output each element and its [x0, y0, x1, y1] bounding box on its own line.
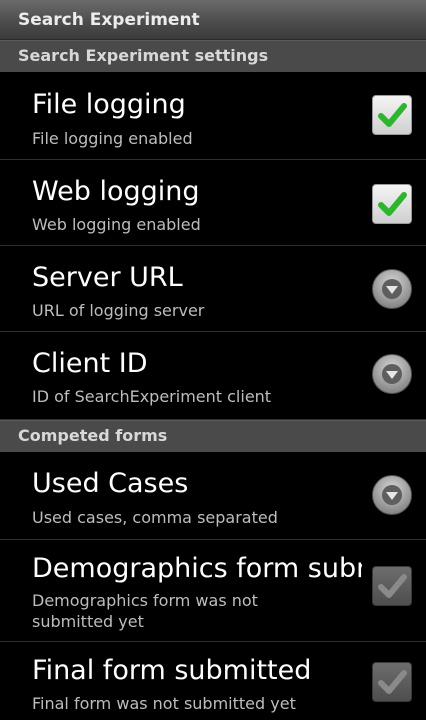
pref-title: Web logging	[32, 176, 200, 207]
final-form-checkbox[interactable]	[372, 662, 412, 702]
pref-final-form[interactable]: Final form submitted Final form was not …	[0, 642, 426, 720]
title-bar: Search Experiment	[0, 0, 426, 40]
pref-title: Final form submitted	[32, 655, 312, 686]
dropdown-arrow-icon	[382, 364, 402, 384]
section-header-forms: Competed forms	[0, 420, 426, 452]
pref-summary: ID of SearchExperiment client	[32, 387, 272, 406]
pref-summary: Used cases, comma separated	[32, 508, 278, 527]
demographics-form-checkbox[interactable]	[372, 566, 412, 606]
pref-summary: Final form was not submitted yet	[32, 694, 296, 713]
section-header-label: Competed forms	[18, 426, 168, 445]
client-id-dropdown-button[interactable]	[372, 354, 412, 394]
file-logging-checkbox[interactable]	[372, 95, 412, 135]
pref-title: Demographics form submitted	[32, 553, 362, 584]
pref-title: Client ID	[32, 348, 148, 379]
pref-web-logging[interactable]: Web logging Web logging enabled	[0, 160, 426, 246]
check-icon	[378, 574, 407, 598]
pref-demographics-form[interactable]: Demographics form submitted Demographics…	[0, 540, 426, 642]
pref-title: Server URL	[32, 262, 183, 293]
pref-client-id[interactable]: Client ID ID of SearchExperiment client	[0, 332, 426, 420]
section-header-label: Search Experiment settings	[18, 46, 269, 65]
check-icon	[378, 192, 407, 216]
check-icon	[378, 103, 407, 127]
pref-summary: Web logging enabled	[32, 215, 201, 234]
dropdown-arrow-icon	[382, 485, 402, 505]
window-title: Search Experiment	[18, 10, 200, 30]
used-cases-dropdown-button[interactable]	[372, 475, 412, 515]
pref-title: File logging	[32, 89, 186, 120]
check-icon	[378, 670, 407, 694]
web-logging-checkbox[interactable]	[372, 184, 412, 224]
server-url-dropdown-button[interactable]	[372, 269, 412, 309]
pref-file-logging[interactable]: File logging File logging enabled	[0, 72, 426, 160]
pref-summary: File logging enabled	[32, 129, 193, 148]
pref-title: Used Cases	[32, 468, 189, 499]
pref-server-url[interactable]: Server URL URL of logging server	[0, 246, 426, 332]
pref-summary: URL of logging server	[32, 301, 205, 320]
section-header-settings: Search Experiment settings	[0, 40, 426, 72]
pref-used-cases[interactable]: Used Cases Used cases, comma separated	[0, 452, 426, 540]
pref-summary: Demographics form was not submitted yet	[32, 591, 258, 631]
dropdown-arrow-icon	[382, 279, 402, 299]
